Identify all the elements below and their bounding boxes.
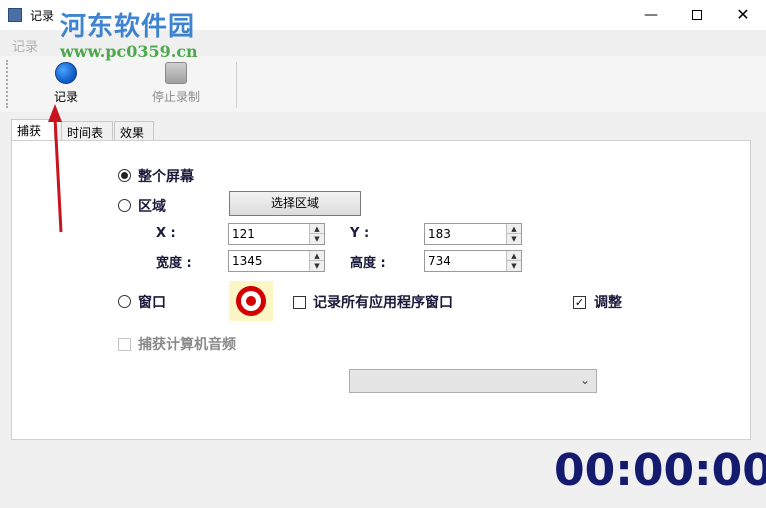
adjust-label: 调整 — [594, 295, 622, 311]
width-value: 1345 — [232, 254, 263, 268]
record-button[interactable]: 记录 — [40, 60, 92, 108]
close-button[interactable]: ✕ — [720, 0, 766, 30]
full-screen-radio[interactable] — [118, 169, 131, 182]
toolbar-separator — [236, 62, 237, 108]
x-stepper[interactable]: 121 ▲ ▼ — [228, 223, 325, 245]
record-label: 记录 — [53, 90, 78, 104]
audio-device-select[interactable]: ⌄ — [349, 369, 597, 393]
height-value: 734 — [428, 254, 451, 268]
window-radio[interactable] — [118, 295, 131, 308]
y-up-icon[interactable]: ▲ — [507, 224, 521, 234]
toolbar: 记录 停止录制 — [0, 56, 766, 112]
width-stepper[interactable]: 1345 ▲ ▼ — [228, 250, 325, 272]
elapsed-timer: 00:00:00 — [554, 445, 766, 496]
capture-panel: 整个屏幕 区域 选择区域 X : 121 ▲ ▼ Y : 183 ▲ ▼ 宽度 : … — [11, 140, 751, 440]
record-all-windows-checkbox[interactable] — [293, 296, 306, 309]
tab-schedule[interactable]: 时间表 — [61, 121, 113, 141]
stop-label: 停止录制 — [151, 90, 200, 104]
height-up-icon[interactable]: ▲ — [507, 251, 521, 261]
y-stepper[interactable]: 183 ▲ ▼ — [424, 223, 522, 245]
x-value: 121 — [232, 227, 255, 241]
tab-capture[interactable]: 捕获 — [11, 119, 55, 141]
width-down-icon[interactable]: ▼ — [310, 261, 324, 271]
region-radio[interactable] — [118, 199, 131, 212]
maximize-button[interactable] — [674, 0, 720, 30]
window-title: 记录 — [30, 9, 55, 23]
adjust-checkbox[interactable]: ✓ — [573, 296, 586, 309]
y-down-icon[interactable]: ▼ — [507, 234, 521, 244]
y-label: Y : — [350, 226, 370, 241]
capture-audio-label: 捕获计算机音频 — [138, 337, 236, 353]
stop-recording-button[interactable]: 停止录制 — [140, 60, 212, 108]
height-down-icon[interactable]: ▼ — [507, 261, 521, 271]
x-down-icon[interactable]: ▼ — [310, 234, 324, 244]
watermark-ghost-text: 记录 — [12, 40, 39, 55]
target-center — [246, 296, 256, 306]
window-picker-target[interactable] — [229, 281, 273, 321]
height-label: 高度 : — [350, 256, 386, 271]
width-up-icon[interactable]: ▲ — [310, 251, 324, 261]
toolbar-grip[interactable] — [6, 60, 8, 108]
watermark-url: www.pc0359.cn — [60, 42, 198, 61]
x-up-icon[interactable]: ▲ — [310, 224, 324, 234]
tab-effect[interactable]: 效果 — [114, 121, 154, 141]
app-icon — [8, 8, 22, 22]
record-all-windows-label: 记录所有应用程序窗口 — [313, 295, 453, 311]
watermark-site-name: 河东软件园 — [60, 12, 196, 42]
x-label: X : — [156, 226, 176, 241]
stop-icon — [165, 62, 187, 84]
capture-audio-checkbox[interactable] — [118, 338, 131, 351]
select-region-button[interactable]: 选择区域 — [229, 191, 361, 216]
y-value: 183 — [428, 227, 451, 241]
full-screen-label: 整个屏幕 — [138, 169, 194, 185]
region-label: 区域 — [138, 199, 166, 215]
minimize-button[interactable]: — — [628, 0, 674, 30]
width-label: 宽度 : — [156, 256, 192, 271]
height-stepper[interactable]: 734 ▲ ▼ — [424, 250, 522, 272]
chevron-down-icon: ⌄ — [579, 373, 590, 387]
window-label: 窗口 — [138, 295, 166, 311]
maximize-icon — [692, 10, 702, 20]
record-icon — [55, 62, 77, 84]
